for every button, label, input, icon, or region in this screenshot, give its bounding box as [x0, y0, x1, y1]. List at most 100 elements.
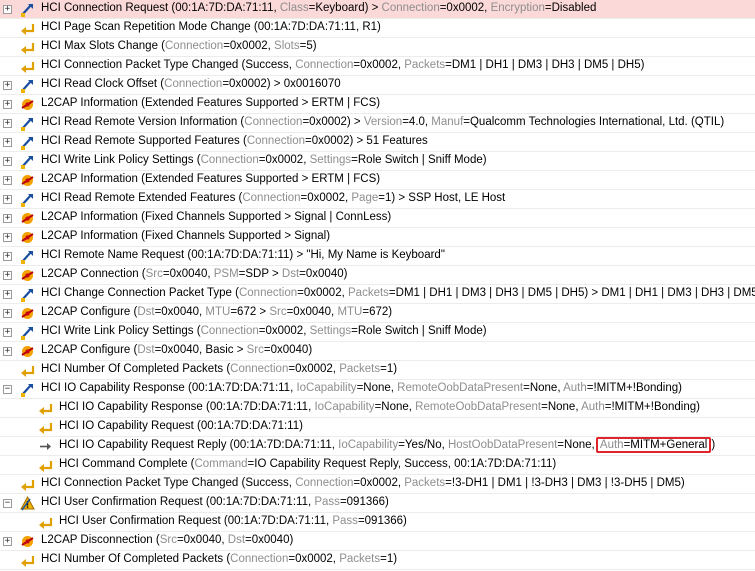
field-value: =None, [523, 382, 564, 394]
row-text: HCI Write Link Policy Settings (Connecti… [41, 325, 487, 337]
field-value: HCI IO Capability Request (00:1A:7D:DA:7… [59, 420, 303, 432]
l2cap-icon [19, 210, 36, 227]
field-value: L2CAP Connection ( [41, 268, 146, 280]
field-value: =0x0040) [299, 268, 348, 280]
field-value: =0x0002, [297, 287, 348, 299]
field-value: HCI User Confirmation Request (00:1A:7D:… [59, 515, 333, 527]
hci-event-icon [37, 400, 54, 417]
tree-row[interactable]: + HCI Read Clock Offset (Connection=0x000… [0, 76, 755, 95]
tree-row[interactable]: + L2CAP Connection (Src=0x0040, PSM=SDP >… [0, 266, 755, 285]
field-name: MTU [205, 306, 231, 318]
tree-row[interactable]: HCI Connection Packet Type Changed (Succ… [0, 475, 755, 494]
tree-row[interactable]: + L2CAP Disconnection (Src=0x0040, Dst=0x… [0, 532, 755, 551]
tree-row[interactable]: + HCI Read Remote Supported Features (Con… [0, 133, 755, 152]
expand-icon[interactable]: + [3, 100, 12, 109]
row-text: L2CAP Information (Extended Features Sup… [41, 97, 380, 109]
field-value: HCI Write Link Policy Settings ( [41, 325, 201, 337]
field-name: Auth [563, 382, 587, 394]
field-value: =1) [380, 363, 398, 375]
tree-row[interactable]: + HCI Write Link Policy Settings (Connect… [0, 323, 755, 342]
tree-row[interactable]: + HCI Connection Request (00:1A:7D:DA:71:… [0, 0, 755, 19]
l2cap-icon [19, 96, 36, 113]
field-value: =0x0040, [162, 268, 214, 280]
expand-icon[interactable]: + [3, 138, 12, 147]
hci-command-icon [19, 134, 36, 151]
field-name: Class [279, 2, 309, 14]
tree-row[interactable]: + HCI Remote Name Request (00:1A:7D:DA:71… [0, 247, 755, 266]
hci-command-icon [19, 286, 36, 303]
field-value: =091366) [357, 515, 407, 527]
expand-icon[interactable]: + [3, 537, 12, 546]
expand-icon[interactable]: + [3, 233, 12, 242]
tree-row[interactable]: + HCI Write Link Policy Settings (Connect… [0, 152, 755, 171]
field-value: =MITM+General [623, 439, 708, 451]
field-value: HCI Change Connection Packet Type ( [41, 287, 239, 299]
field-name: Dst [137, 344, 155, 356]
field-name: Src [269, 306, 287, 318]
field-value: HCI Read Remote Supported Features ( [41, 135, 247, 147]
tree-row[interactable]: HCI IO Capability Request (00:1A:7D:DA:7… [0, 418, 755, 437]
tree-row[interactable]: + L2CAP Information (Extended Features Su… [0, 95, 755, 114]
field-value: L2CAP Information (Fixed Channels Suppor… [41, 211, 392, 223]
tree-row[interactable]: − HCI User Confirmation Request (00:1A:7D… [0, 494, 755, 513]
tree-row[interactable]: + L2CAP Information (Extended Features Su… [0, 171, 755, 190]
hci-command-icon [19, 191, 36, 208]
tree-row[interactable]: HCI Number Of Completed Packets (Connect… [0, 361, 755, 380]
row-text: HCI Write Link Policy Settings (Connecti… [41, 154, 487, 166]
field-value: =DM1 | DH1 | DM3 | DH3 | DM5 | DH5) [445, 59, 645, 71]
hci-event-icon [19, 476, 36, 493]
collapse-icon[interactable]: − [3, 385, 12, 394]
row-text: HCI Page Scan Repetition Mode Change (00… [41, 21, 381, 33]
tree-row[interactable]: HCI Number Of Completed Packets (Connect… [0, 551, 755, 570]
expand-icon[interactable]: + [3, 271, 12, 280]
field-name: Connection [164, 78, 223, 90]
expand-icon[interactable]: + [3, 252, 12, 261]
field-name: IoCapability [338, 439, 399, 451]
tree-row[interactable]: HCI Command Complete (Command=IO Capabil… [0, 456, 755, 475]
field-value: HCI Remote Name Request (00:1A:7D:DA:71:… [41, 249, 445, 261]
tree-row[interactable]: − HCI IO Capability Response (00:1A:7D:DA… [0, 380, 755, 399]
expand-icon[interactable]: + [3, 5, 12, 14]
tree-row[interactable]: + L2CAP Configure (Dst=0x0040, Basic > Sr… [0, 342, 755, 361]
field-name: HostOobDataPresent [447, 439, 558, 451]
field-value: =0x0040, Basic > [154, 344, 247, 356]
field-value: =0x0002, [300, 192, 352, 204]
field-value: =0x0002, [258, 154, 310, 166]
field-value: =1) > SSP Host, LE Host [378, 192, 506, 204]
row-text: HCI Read Remote Version Information (Con… [41, 116, 724, 128]
tree-row[interactable]: HCI IO Capability Response (00:1A:7D:DA:… [0, 399, 755, 418]
expand-icon[interactable]: + [3, 157, 12, 166]
field-value: =0x0002, [258, 325, 310, 337]
tree-row[interactable]: HCI Max Slots Change (Connection=0x0002,… [0, 38, 755, 57]
tree-row[interactable]: + HCI Read Remote Version Information (Co… [0, 114, 755, 133]
tree-row[interactable]: + HCI Read Remote Extended Features (Conn… [0, 190, 755, 209]
field-value: =672 > [230, 306, 270, 318]
tree-row[interactable]: HCI Page Scan Repetition Mode Change (00… [0, 19, 755, 38]
tree-row[interactable]: + L2CAP Information (Fixed Channels Suppo… [0, 209, 755, 228]
field-name: Packets [339, 363, 381, 375]
expand-icon[interactable]: + [3, 290, 12, 299]
expand-icon[interactable]: + [3, 119, 12, 128]
field-name: Src [145, 268, 163, 280]
tree-row[interactable]: + L2CAP Configure (Dst=0x0040, MTU=672 > … [0, 304, 755, 323]
row-text: L2CAP Disconnection (Src=0x0040, Dst=0x0… [41, 534, 293, 546]
l2cap-icon [19, 172, 36, 189]
collapse-icon[interactable]: − [3, 499, 12, 508]
tree-row[interactable]: HCI Connection Packet Type Changed (Succ… [0, 57, 755, 76]
packet-tree[interactable]: + HCI Connection Request (00:1A:7D:DA:71:… [0, 0, 755, 571]
expand-icon[interactable]: + [3, 195, 12, 204]
tree-row[interactable]: HCI IO Capability Request Reply (00:1A:7… [0, 437, 755, 456]
tree-row[interactable]: + HCI Change Connection Packet Type (Conn… [0, 285, 755, 304]
expand-icon[interactable]: + [3, 176, 12, 185]
expand-icon[interactable]: + [3, 214, 12, 223]
expand-icon[interactable]: + [3, 81, 12, 90]
tree-row[interactable]: + L2CAP Information (Fixed Channels Suppo… [0, 228, 755, 247]
tree-row[interactable]: HCI User Confirmation Request (00:1A:7D:… [0, 513, 755, 532]
expand-icon[interactable]: + [3, 347, 12, 356]
field-name: Command [194, 458, 248, 470]
expand-icon[interactable]: + [3, 309, 12, 318]
field-name: Packets [404, 477, 446, 489]
field-name: Packets [339, 553, 381, 565]
field-value: HCI Read Remote Extended Features ( [41, 192, 243, 204]
expand-icon[interactable]: + [3, 328, 12, 337]
